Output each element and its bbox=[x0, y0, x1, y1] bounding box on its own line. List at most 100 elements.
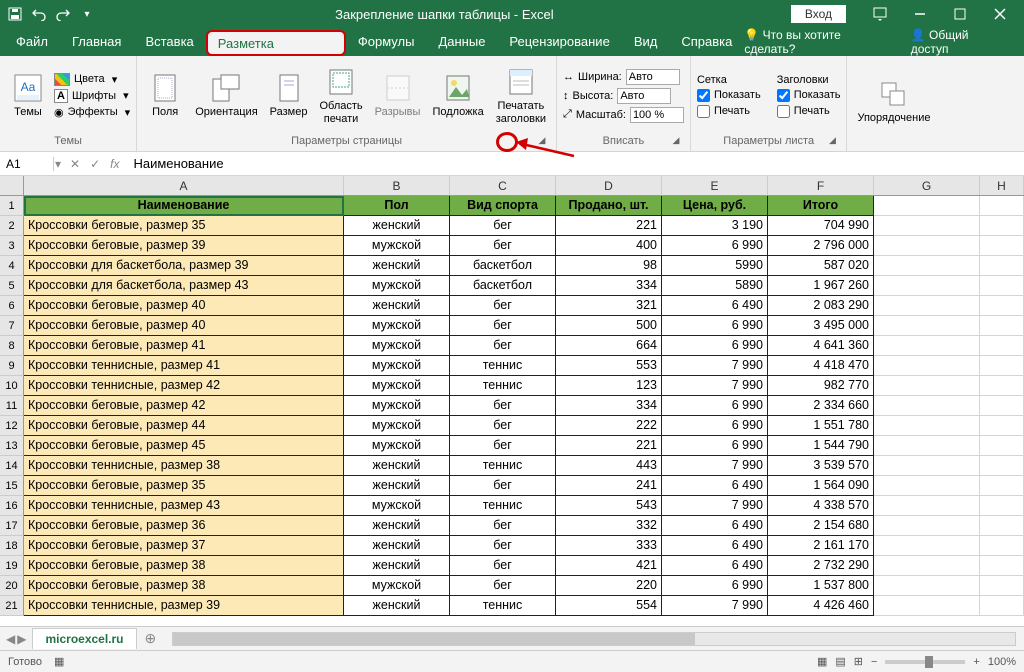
cell[interactable] bbox=[980, 216, 1024, 236]
cell[interactable]: бег bbox=[450, 236, 556, 256]
tab-вставка[interactable]: Вставка bbox=[133, 28, 205, 56]
cell[interactable]: 400 bbox=[556, 236, 662, 256]
cell[interactable]: Кроссовки беговые, размер 41 bbox=[24, 336, 344, 356]
cell[interactable]: мужской bbox=[344, 576, 450, 596]
cell[interactable]: 1 564 090 bbox=[768, 476, 874, 496]
scale-input[interactable] bbox=[630, 107, 684, 123]
cell[interactable]: Кроссовки беговые, размер 40 bbox=[24, 316, 344, 336]
cell[interactable]: 6 490 bbox=[662, 476, 768, 496]
minimize-icon[interactable] bbox=[900, 0, 940, 28]
cell[interactable] bbox=[980, 536, 1024, 556]
cell[interactable] bbox=[980, 316, 1024, 336]
cell[interactable]: 6 990 bbox=[662, 416, 768, 436]
cell[interactable] bbox=[874, 556, 980, 576]
cell[interactable]: 1 967 260 bbox=[768, 276, 874, 296]
cell[interactable]: бег bbox=[450, 576, 556, 596]
cell[interactable]: 1 537 800 bbox=[768, 576, 874, 596]
cell[interactable]: 1 544 790 bbox=[768, 436, 874, 456]
cell[interactable]: 334 bbox=[556, 276, 662, 296]
cell[interactable]: 3 190 bbox=[662, 216, 768, 236]
row-header[interactable]: 19 bbox=[0, 556, 24, 576]
print-titles-button[interactable]: Печатать заголовки bbox=[492, 64, 550, 126]
cell[interactable]: 2 796 000 bbox=[768, 236, 874, 256]
arrange-button[interactable]: Упорядочение bbox=[853, 76, 934, 126]
cell[interactable]: женский bbox=[344, 456, 450, 476]
cell[interactable]: 6 490 bbox=[662, 536, 768, 556]
tab-вид[interactable]: Вид bbox=[622, 28, 670, 56]
cell[interactable] bbox=[874, 476, 980, 496]
cell[interactable]: Цена, руб. bbox=[662, 196, 768, 216]
cell[interactable]: бег bbox=[450, 216, 556, 236]
save-icon[interactable] bbox=[4, 3, 26, 25]
cell[interactable]: женский bbox=[344, 596, 450, 616]
cell[interactable] bbox=[874, 276, 980, 296]
cell[interactable]: 443 bbox=[556, 456, 662, 476]
col-header[interactable]: C bbox=[450, 176, 556, 195]
cell[interactable]: Продано, шт. bbox=[556, 196, 662, 216]
row-header[interactable]: 8 bbox=[0, 336, 24, 356]
cell[interactable]: Кроссовки беговые, размер 38 bbox=[24, 556, 344, 576]
cell[interactable] bbox=[980, 476, 1024, 496]
row-header[interactable]: 11 bbox=[0, 396, 24, 416]
cell[interactable]: бег bbox=[450, 296, 556, 316]
cell[interactable]: 321 bbox=[556, 296, 662, 316]
row-header[interactable]: 18 bbox=[0, 536, 24, 556]
cell[interactable] bbox=[874, 596, 980, 616]
row-header[interactable]: 14 bbox=[0, 456, 24, 476]
cell[interactable]: бег bbox=[450, 336, 556, 356]
cell[interactable]: 543 bbox=[556, 496, 662, 516]
cell[interactable]: бег bbox=[450, 536, 556, 556]
cell[interactable]: женский bbox=[344, 556, 450, 576]
cell[interactable]: бег bbox=[450, 416, 556, 436]
row-header[interactable]: 16 bbox=[0, 496, 24, 516]
col-header[interactable]: B bbox=[344, 176, 450, 195]
cell[interactable] bbox=[980, 376, 1024, 396]
cell[interactable]: теннис bbox=[450, 596, 556, 616]
headings-view-checkbox[interactable]: Показать bbox=[777, 88, 841, 103]
cell[interactable] bbox=[874, 216, 980, 236]
view-layout-icon[interactable]: ▤ bbox=[835, 655, 845, 668]
cell[interactable]: 334 bbox=[556, 396, 662, 416]
cell[interactable]: Кроссовки беговые, размер 42 bbox=[24, 396, 344, 416]
cell[interactable]: Наименование bbox=[24, 196, 344, 216]
row-header[interactable]: 3 bbox=[0, 236, 24, 256]
cell[interactable]: 2 161 170 bbox=[768, 536, 874, 556]
size-button[interactable]: Размер bbox=[266, 70, 312, 120]
cell[interactable] bbox=[874, 576, 980, 596]
tab-разметка-страницы[interactable]: Разметка страницы bbox=[206, 30, 346, 56]
cell[interactable]: женский bbox=[344, 216, 450, 236]
cell[interactable]: 2 334 660 bbox=[768, 396, 874, 416]
cell[interactable]: Кроссовки беговые, размер 40 bbox=[24, 296, 344, 316]
cell[interactable] bbox=[980, 396, 1024, 416]
row-header[interactable]: 1 bbox=[0, 196, 24, 216]
cell[interactable] bbox=[980, 436, 1024, 456]
cell[interactable]: женский bbox=[344, 476, 450, 496]
zoom-in-icon[interactable]: + bbox=[973, 656, 979, 668]
cell[interactable]: 554 bbox=[556, 596, 662, 616]
cell[interactable]: 664 bbox=[556, 336, 662, 356]
cell[interactable]: мужской bbox=[344, 336, 450, 356]
cell[interactable]: мужской bbox=[344, 356, 450, 376]
cell[interactable]: Вид спорта bbox=[450, 196, 556, 216]
cell[interactable]: 587 020 bbox=[768, 256, 874, 276]
cell[interactable]: мужской bbox=[344, 396, 450, 416]
cell[interactable] bbox=[874, 376, 980, 396]
cell[interactable]: баскетбол bbox=[450, 276, 556, 296]
cell[interactable] bbox=[980, 256, 1024, 276]
cell[interactable]: бег bbox=[450, 316, 556, 336]
sheet-tab[interactable]: microexcel.ru bbox=[32, 628, 136, 649]
cell[interactable] bbox=[874, 396, 980, 416]
cell[interactable] bbox=[874, 516, 980, 536]
cell[interactable]: Кроссовки беговые, размер 39 bbox=[24, 236, 344, 256]
row-header[interactable]: 20 bbox=[0, 576, 24, 596]
cell[interactable] bbox=[980, 496, 1024, 516]
col-header[interactable]: H bbox=[980, 176, 1024, 195]
cell[interactable]: 7 990 bbox=[662, 456, 768, 476]
maximize-icon[interactable] bbox=[940, 0, 980, 28]
cell[interactable]: Кроссовки беговые, размер 36 bbox=[24, 516, 344, 536]
cell[interactable]: мужской bbox=[344, 416, 450, 436]
cell[interactable]: 6 490 bbox=[662, 556, 768, 576]
row-header[interactable]: 10 bbox=[0, 376, 24, 396]
cell[interactable]: 500 bbox=[556, 316, 662, 336]
cell[interactable] bbox=[874, 496, 980, 516]
